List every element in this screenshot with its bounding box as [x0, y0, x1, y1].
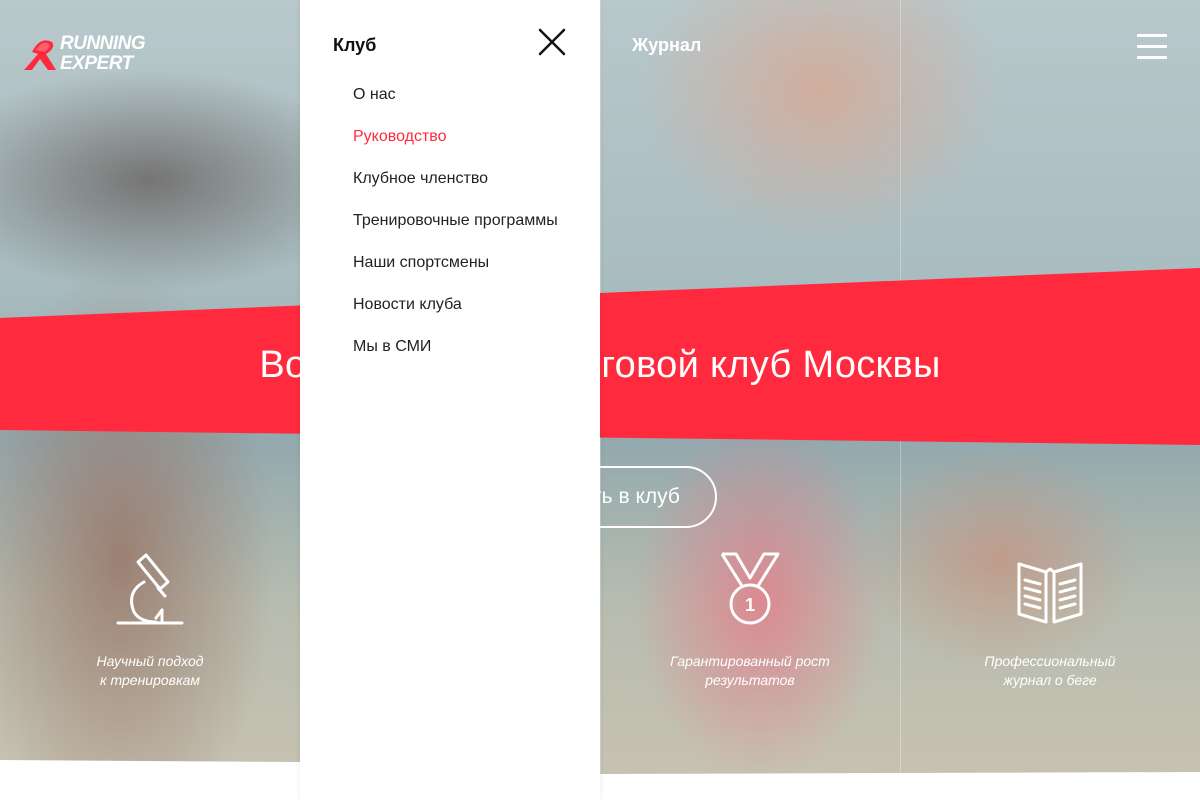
feature-text: Научный подход к тренировкам: [30, 652, 270, 690]
open-book-icon: [1017, 562, 1083, 624]
hamburger-icon[interactable]: [1137, 34, 1167, 60]
brand-line1: RUNNING: [60, 33, 146, 54]
feature-text: Профессиональный журнал о беге: [930, 652, 1170, 690]
brand-line2: EXPERT: [60, 53, 133, 74]
feature-text: Гарантированный рост результатов: [630, 652, 870, 690]
feature-line: к тренировкам: [100, 672, 200, 688]
feature-scientific-approach: Научный подход к тренировкам: [30, 552, 270, 690]
microscope-icon: [116, 553, 184, 625]
dropdown-item-about[interactable]: О нас: [353, 84, 558, 126]
feature-line: результатов: [705, 672, 795, 688]
hero-headline: Возглавляющий беговой клуб Москвы: [259, 344, 941, 386]
feature-line: журнал о беге: [1003, 672, 1097, 688]
dropdown-item-athletes[interactable]: Наши спортсмены: [353, 252, 558, 294]
feature-guaranteed-growth: 1 Гарантированный рост результатов: [630, 552, 870, 690]
dropdown-item-club-news[interactable]: Новости клуба: [353, 294, 558, 336]
feature-line: Профессиональный: [984, 653, 1116, 669]
runner-logo-icon: [24, 40, 56, 70]
feature-professional-journal: Профессиональный журнал о беге: [930, 556, 1170, 690]
feature-line: Гарантированный рост: [670, 653, 830, 669]
medal-number: 1: [745, 595, 755, 615]
dropdown-item-leadership[interactable]: Руководство: [353, 126, 558, 168]
dropdown-item-media[interactable]: Мы в СМИ: [353, 336, 558, 378]
dropdown-item-training-programs[interactable]: Тренировочные программы: [353, 210, 558, 252]
brand-name: RUNNING EXPERT: [60, 33, 146, 74]
close-icon[interactable]: [537, 27, 567, 57]
dropdown-item-membership[interactable]: Клубное членство: [353, 168, 558, 210]
nav-journal[interactable]: Журнал: [632, 33, 701, 57]
nav-club[interactable]: Клуб: [333, 33, 376, 57]
brand-logo[interactable]: RUNNING EXPERT: [20, 34, 180, 78]
club-dropdown-menu: Клуб О нас Руководство Клубное членство …: [300, 0, 600, 800]
medal-icon: 1: [720, 552, 780, 625]
feature-line: Научный подход: [96, 653, 204, 669]
dropdown-list: О нас Руководство Клубное членство Трени…: [353, 84, 558, 378]
